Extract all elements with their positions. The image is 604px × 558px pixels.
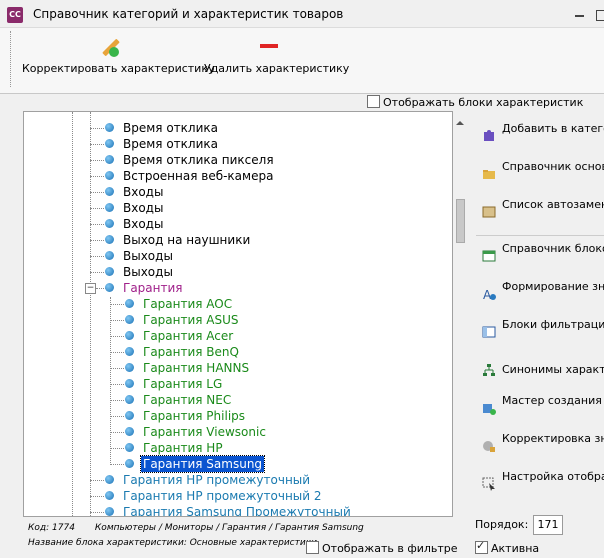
correct-values-button[interactable]: Корректировка значений характеристик в о… (472, 429, 604, 467)
order-label: Порядок: (475, 518, 529, 531)
autoreplace-list-button[interactable]: Список автозамены характеристик (472, 195, 604, 233)
active-label: Активна (491, 542, 540, 555)
disc-edit-icon (483, 441, 495, 452)
show-blocks-box[interactable] (367, 95, 380, 108)
window-icon (482, 326, 496, 338)
scroll-list-icon (482, 206, 496, 218)
tree-line-root (72, 112, 73, 516)
title-bar: CC Справочник категорий и характеристик … (0, 0, 604, 28)
show-in-filter-label: Отображать в фильтре (322, 542, 458, 555)
status-code: Код: 1774 (28, 523, 75, 533)
cursor-select-icon (482, 477, 495, 491)
edit-characteristic-button[interactable]: Корректировать характеристику (22, 36, 215, 84)
show-blocks-checkbox[interactable]: Отображать блоки характеристик (367, 95, 583, 109)
description-value-button[interactable]: A Формирование значения поле описание (472, 277, 604, 315)
status-line: Код: 1774 Компьютеры / Мониторы / Гаранти… (28, 523, 384, 533)
puzzle-icon (484, 130, 494, 141)
status-path: Компьютеры / Мониторы / Гарантия / Гаран… (94, 523, 364, 533)
show-in-filter-box[interactable] (306, 541, 319, 554)
tree-line-level2 (110, 297, 111, 465)
folder-edit-icon (483, 170, 495, 179)
table-icon (482, 250, 496, 262)
order-input[interactable]: 171 (533, 515, 563, 535)
blocks-reference-button[interactable]: Справочник блоков характеристик (472, 239, 604, 277)
active-checkbox[interactable]: Активна (475, 539, 540, 555)
app-icon: CC (7, 7, 23, 23)
new-characteristics-wizard-button[interactable]: Мастер создания новых характеристик (472, 391, 604, 429)
edit-characteristic-label: Корректировать характеристику (22, 62, 215, 75)
maximize-icon[interactable] (596, 10, 604, 21)
scroll-thumb[interactable] (456, 199, 465, 243)
tree-line-level1-lower (90, 291, 91, 516)
delete-characteristic-label: Удалить характеристику (204, 62, 350, 75)
main-characteristics-reference-button[interactable]: Справочник основных характеристик (472, 157, 604, 195)
status-block-name: Название блока характеристики: Основные … (28, 538, 317, 548)
scroll-up-icon[interactable] (456, 121, 464, 125)
show-blocks-label: Отображать блоки характеристик (383, 96, 584, 109)
toolbar: Корректировать характеристику Удалить ха… (0, 28, 604, 94)
window-title: Справочник категорий и характеристик тов… (33, 7, 344, 21)
add-characteristics-button[interactable]: Добавить в категорию основные характерис… (472, 119, 604, 157)
show-in-filter-checkbox[interactable]: Отображать в фильтре (306, 541, 458, 555)
divider (476, 235, 604, 236)
tree-scrollbar[interactable] (454, 119, 467, 517)
actions-panel: Добавить в категорию основные характерис… (472, 119, 604, 519)
characteristics-tree[interactable]: Время отклика Время отклика Время отклик… (23, 111, 453, 517)
hierarchy-icon (483, 364, 495, 376)
svg-text:A: A (483, 288, 492, 301)
minus-icon (256, 36, 284, 58)
text-gear-icon: A (483, 288, 496, 301)
toolbar-grip[interactable] (10, 31, 13, 87)
filter-blocks-button[interactable]: Блоки фильтрации характеристики ("вид") (472, 315, 604, 353)
delete-characteristic-button[interactable]: Удалить характеристику (204, 36, 350, 84)
minimize-icon[interactable] (574, 8, 586, 17)
collapse-icon[interactable]: − (85, 283, 96, 294)
pencil-check-icon (96, 36, 124, 58)
synonyms-button[interactable]: Синонимы характеристик (472, 353, 604, 391)
active-box[interactable] (475, 539, 488, 554)
cube-add-icon (483, 404, 496, 415)
filter-display-settings-button[interactable]: Настройка отображения фильтрации товаров (472, 467, 604, 505)
